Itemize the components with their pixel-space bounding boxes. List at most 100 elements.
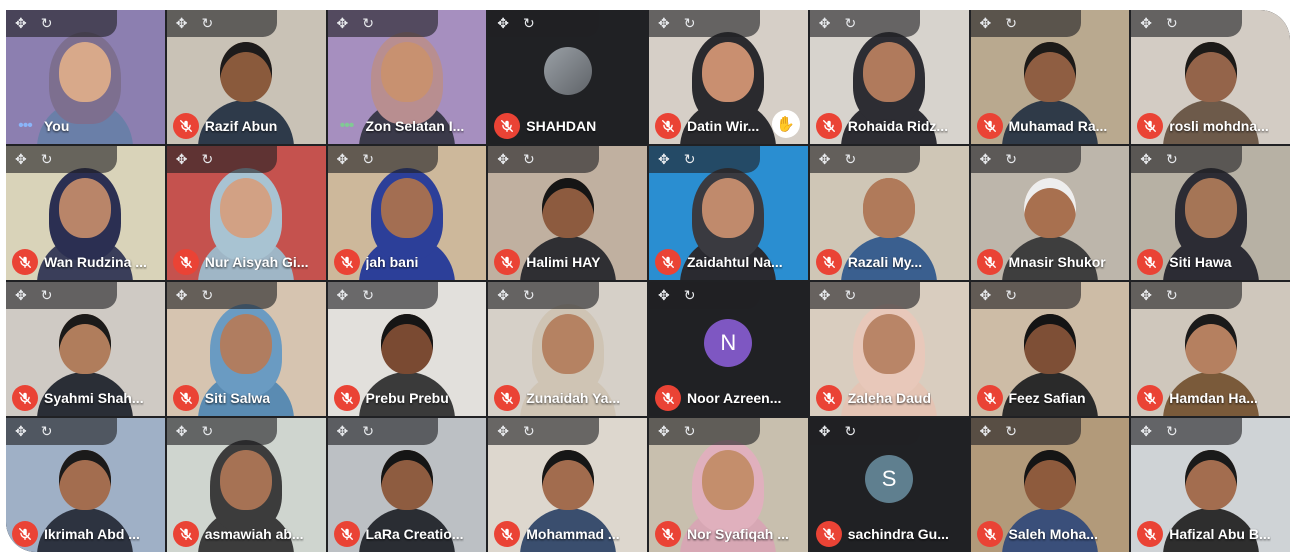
participant-tile-17[interactable]: ✥ ↻ Siti Salwa [166, 282, 326, 416]
name-bar: Hafizal Abu B... [1137, 521, 1284, 547]
move-icon[interactable]: ✥ [1140, 151, 1152, 168]
refresh-icon[interactable]: ↻ [201, 151, 213, 168]
move-icon[interactable]: ✥ [15, 423, 27, 440]
participant-tile-13[interactable]: ✥ ↻ Razali My... [809, 146, 969, 280]
move-icon[interactable]: ✥ [176, 423, 188, 440]
participant-name: Mohammad ... [526, 526, 620, 542]
move-icon[interactable]: ✥ [497, 423, 509, 440]
refresh-icon[interactable]: ↻ [1005, 423, 1017, 440]
refresh-icon[interactable]: ↻ [844, 287, 856, 304]
move-icon[interactable]: ✥ [980, 151, 992, 168]
participant-tile-26[interactable]: ✥ ↻ LaRa Creatio... [327, 418, 487, 552]
participant-tile-20[interactable]: N ✥ ↻ Noor Azreen... [649, 282, 808, 416]
participant-tile-9[interactable]: ✥ ↻ Nur Aisyah Gi... [166, 146, 326, 280]
move-icon[interactable]: ✥ [176, 151, 188, 168]
move-icon[interactable]: ✥ [819, 151, 831, 168]
refresh-icon[interactable]: ↻ [844, 151, 856, 168]
move-icon[interactable]: ✥ [980, 423, 992, 440]
participant-tile-21[interactable]: ✥ ↻ Zaleha Daud [809, 282, 969, 416]
participant-tile-29[interactable]: S ✥ ↻ sachindra Gu... [809, 418, 969, 552]
refresh-icon[interactable]: ↻ [523, 151, 535, 168]
move-icon[interactable]: ✥ [176, 15, 188, 32]
participant-tile-22[interactable]: ✥ ↻ Feez Safian [970, 282, 1130, 416]
move-icon[interactable]: ✥ [337, 15, 349, 32]
participant-tile-25[interactable]: ✥ ↻ asmawiah ab... [166, 418, 326, 552]
participant-tile-16[interactable]: ✥ ↻ Syahmi Shah... [6, 282, 165, 416]
refresh-icon[interactable]: ↻ [41, 287, 53, 304]
participant-tile-31[interactable]: ✥ ↻ Hafizal Abu B... [1131, 418, 1290, 552]
meeting-grid-frame: ✥ ↻ ••• You ✥ ↻ Razif Abun ✥ ↻ ••• Zon S… [6, 10, 1290, 552]
refresh-icon[interactable]: ↻ [362, 287, 374, 304]
move-icon[interactable]: ✥ [337, 151, 349, 168]
move-icon[interactable]: ✥ [658, 423, 670, 440]
tile-controls: ✥ ↻ [809, 282, 921, 309]
refresh-icon[interactable]: ↻ [362, 15, 374, 32]
refresh-icon[interactable]: ↻ [41, 423, 53, 440]
refresh-icon[interactable]: ↻ [201, 15, 213, 32]
refresh-icon[interactable]: ↻ [1005, 15, 1017, 32]
move-icon[interactable]: ✥ [819, 423, 831, 440]
move-icon[interactable]: ✥ [15, 15, 27, 32]
refresh-icon[interactable]: ↻ [684, 287, 696, 304]
participant-tile-8[interactable]: ✥ ↻ Wan Rudzina ... [6, 146, 165, 280]
participant-tile-3[interactable]: ✥ ↻ SHAHDAN [488, 10, 647, 144]
participant-tile-27[interactable]: ✥ ↻ Mohammad ... [488, 418, 647, 552]
move-icon[interactable]: ✥ [497, 151, 509, 168]
participant-tile-14[interactable]: ✥ ↻ Mnasir Shukor [970, 146, 1130, 280]
refresh-icon[interactable]: ↻ [1166, 15, 1178, 32]
participant-tile-11[interactable]: ✥ ↻ Halimi HAY [488, 146, 647, 280]
participant-tile-4[interactable]: ✥ ↻ Datin Wir... ✋ [649, 10, 808, 144]
participant-tile-5[interactable]: ✥ ↻ Rohaida Ridz... [809, 10, 969, 144]
move-icon[interactable]: ✥ [819, 287, 831, 304]
participant-tile-1[interactable]: ✥ ↻ Razif Abun [166, 10, 326, 144]
move-icon[interactable]: ✥ [337, 423, 349, 440]
refresh-icon[interactable]: ↻ [362, 423, 374, 440]
move-icon[interactable]: ✥ [1140, 423, 1152, 440]
refresh-icon[interactable]: ↻ [844, 423, 856, 440]
participant-tile-6[interactable]: ✥ ↻ Muhamad Ra... [970, 10, 1130, 144]
participant-tile-18[interactable]: ✥ ↻ Prebu Prebu [327, 282, 487, 416]
refresh-icon[interactable]: ↻ [362, 151, 374, 168]
move-icon[interactable]: ✥ [497, 15, 509, 32]
move-icon[interactable]: ✥ [658, 15, 670, 32]
refresh-icon[interactable]: ↻ [844, 15, 856, 32]
move-icon[interactable]: ✥ [980, 15, 992, 32]
move-icon[interactable]: ✥ [1140, 15, 1152, 32]
refresh-icon[interactable]: ↻ [523, 15, 535, 32]
move-icon[interactable]: ✥ [337, 287, 349, 304]
participant-tile-28[interactable]: ✥ ↻ Nor Syafiqah ... [649, 418, 808, 552]
move-icon[interactable]: ✥ [658, 287, 670, 304]
move-icon[interactable]: ✥ [980, 287, 992, 304]
refresh-icon[interactable]: ↻ [684, 151, 696, 168]
participant-tile-2[interactable]: ✥ ↻ ••• Zon Selatan I... [327, 10, 487, 144]
refresh-icon[interactable]: ↻ [201, 287, 213, 304]
move-icon[interactable]: ✥ [819, 15, 831, 32]
participant-tile-23[interactable]: ✥ ↻ Hamdan Ha... [1131, 282, 1290, 416]
participant-tile-15[interactable]: ✥ ↻ Siti Hawa [1131, 146, 1290, 280]
move-icon[interactable]: ✥ [15, 151, 27, 168]
move-icon[interactable]: ✥ [658, 151, 670, 168]
participant-tile-10[interactable]: ✥ ↻ jah bani [327, 146, 487, 280]
move-icon[interactable]: ✥ [1140, 287, 1152, 304]
refresh-icon[interactable]: ↻ [684, 15, 696, 32]
participant-tile-30[interactable]: ✥ ↻ Saleh Moha... [970, 418, 1130, 552]
participant-tile-0[interactable]: ✥ ↻ ••• You [6, 10, 165, 144]
refresh-icon[interactable]: ↻ [523, 287, 535, 304]
refresh-icon[interactable]: ↻ [1166, 423, 1178, 440]
refresh-icon[interactable]: ↻ [1166, 151, 1178, 168]
participant-tile-19[interactable]: ✥ ↻ Zunaidah Ya... [488, 282, 647, 416]
participant-tile-12[interactable]: ✥ ↻ Zaidahtul Na... [649, 146, 808, 280]
refresh-icon[interactable]: ↻ [1005, 151, 1017, 168]
refresh-icon[interactable]: ↻ [684, 423, 696, 440]
refresh-icon[interactable]: ↻ [41, 151, 53, 168]
participant-tile-7[interactable]: ✥ ↻ rosli mohdna... [1131, 10, 1290, 144]
participant-tile-24[interactable]: ✥ ↻ Ikrimah Abd ... [6, 418, 165, 552]
move-icon[interactable]: ✥ [497, 287, 509, 304]
refresh-icon[interactable]: ↻ [41, 15, 53, 32]
refresh-icon[interactable]: ↻ [1005, 287, 1017, 304]
refresh-icon[interactable]: ↻ [1166, 287, 1178, 304]
move-icon[interactable]: ✥ [15, 287, 27, 304]
move-icon[interactable]: ✥ [176, 287, 188, 304]
refresh-icon[interactable]: ↻ [201, 423, 213, 440]
refresh-icon[interactable]: ↻ [523, 423, 535, 440]
